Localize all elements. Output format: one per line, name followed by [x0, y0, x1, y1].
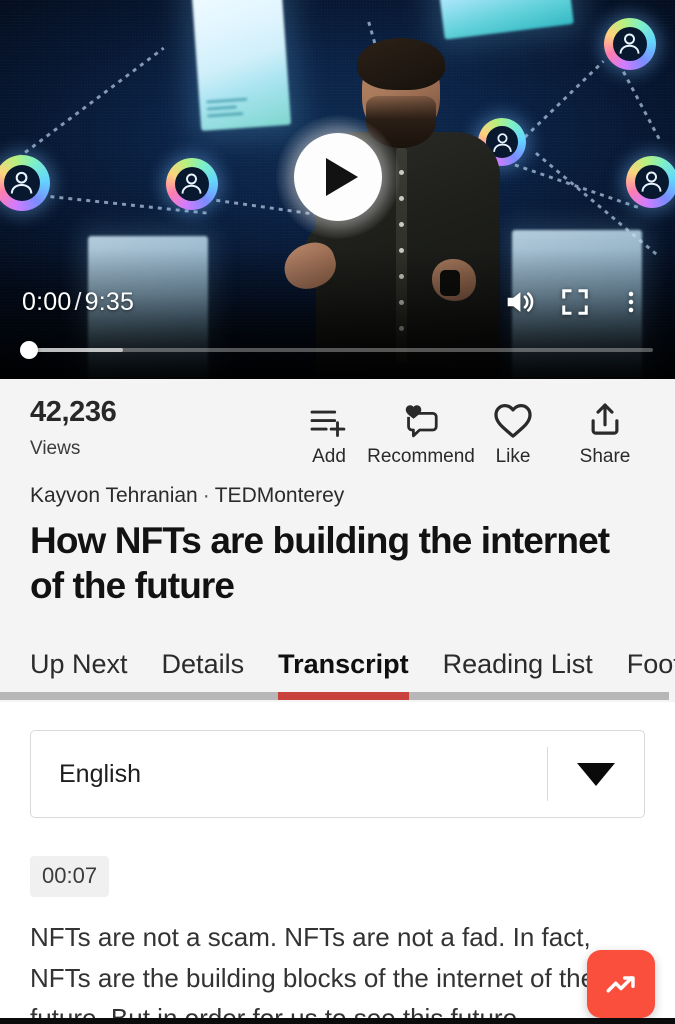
- transcript-panel: English 00:07 NFTs are not a scam. NFTs …: [0, 702, 675, 1024]
- caret-down-icon[interactable]: [548, 731, 644, 817]
- progress-bar[interactable]: [20, 341, 653, 359]
- share-label: Share: [579, 446, 631, 467]
- app-root: 0:00/9:35 42,236 Views Add Recommend Lik…: [0, 0, 675, 1024]
- language-select[interactable]: English: [30, 730, 645, 819]
- tab-reading-list[interactable]: Reading List: [443, 649, 593, 692]
- tab-footnotes[interactable]: Footnot: [627, 649, 675, 692]
- cue-timestamp[interactable]: 00:07: [30, 856, 110, 898]
- tab-list[interactable]: Up Next Details Transcript Reading List …: [0, 634, 675, 692]
- views-label: Views: [30, 437, 81, 459]
- stats-row: 42,236 Views Add Recommend Like Share: [0, 379, 675, 474]
- recommend-button[interactable]: Recommend: [367, 397, 475, 468]
- avatar-node: [604, 18, 656, 70]
- current-time: 0:00: [22, 287, 72, 316]
- panel-bars: [206, 93, 257, 117]
- like-button[interactable]: Like: [467, 397, 559, 468]
- byline-separator: ·: [202, 484, 210, 507]
- tab-details[interactable]: Details: [162, 649, 245, 692]
- views-count: 42,236: [30, 396, 117, 428]
- trending-fab-button[interactable]: [587, 950, 655, 1018]
- hologram-panel: [190, 0, 292, 131]
- person-icon: [178, 170, 205, 197]
- talk-meta: 42,236 Views Add Recommend Like Share Ka…: [0, 379, 675, 703]
- page-title: How NFTs are building the internet of th…: [30, 520, 610, 607]
- like-label: Like: [495, 446, 531, 467]
- recommend-label: Recommend: [367, 446, 475, 467]
- play-button[interactable]: [276, 115, 400, 239]
- fullscreen-icon[interactable]: [553, 280, 597, 324]
- more-vertical-icon[interactable]: [609, 280, 653, 324]
- person-icon: [638, 168, 665, 195]
- transcript-cue: 00:07 NFTs are not a scam. NFTs are not …: [30, 818, 645, 1024]
- progress-knob[interactable]: [20, 341, 38, 359]
- playlist-add-icon: [309, 397, 349, 439]
- volume-icon[interactable]: [497, 280, 541, 324]
- tab-transcript[interactable]: Transcript: [278, 649, 409, 692]
- bottom-edge: [0, 1018, 675, 1024]
- player-controls: 0:00/9:35: [0, 280, 675, 324]
- avatar-node: [166, 158, 218, 210]
- event-name[interactable]: TEDMonterey: [215, 484, 345, 507]
- duration: 9:35: [84, 287, 135, 316]
- cue-text: NFTs are not a scam. NFTs are not a fad.…: [30, 922, 596, 1024]
- add-button[interactable]: Add: [283, 397, 375, 468]
- views-block: 42,236 Views: [30, 396, 117, 460]
- play-icon[interactable]: [294, 133, 382, 221]
- active-tab-indicator: [278, 692, 409, 701]
- time-display: 0:00/9:35: [22, 288, 134, 317]
- tab-scrollbar[interactable]: [0, 692, 669, 701]
- time-separator: /: [74, 287, 82, 316]
- trending-up-icon: [603, 966, 639, 1002]
- share-upload-icon: [586, 397, 624, 439]
- person-icon: [7, 168, 36, 197]
- language-value[interactable]: English: [31, 731, 547, 817]
- avatar-node: [626, 156, 675, 208]
- add-label: Add: [312, 446, 346, 467]
- speaker-name[interactable]: Kayvon Tehranian: [30, 484, 198, 507]
- tab-up-next[interactable]: Up Next: [30, 649, 128, 692]
- recommend-bubble-heart-icon: [401, 397, 441, 439]
- tab-bar: Up Next Details Transcript Reading List …: [0, 634, 675, 701]
- video-player[interactable]: 0:00/9:35: [0, 0, 675, 379]
- person-icon: [616, 30, 643, 57]
- share-button[interactable]: Share: [559, 397, 651, 468]
- byline: Kayvon Tehranian · TEDMonterey: [0, 474, 675, 508]
- heart-outline-icon: [493, 397, 533, 439]
